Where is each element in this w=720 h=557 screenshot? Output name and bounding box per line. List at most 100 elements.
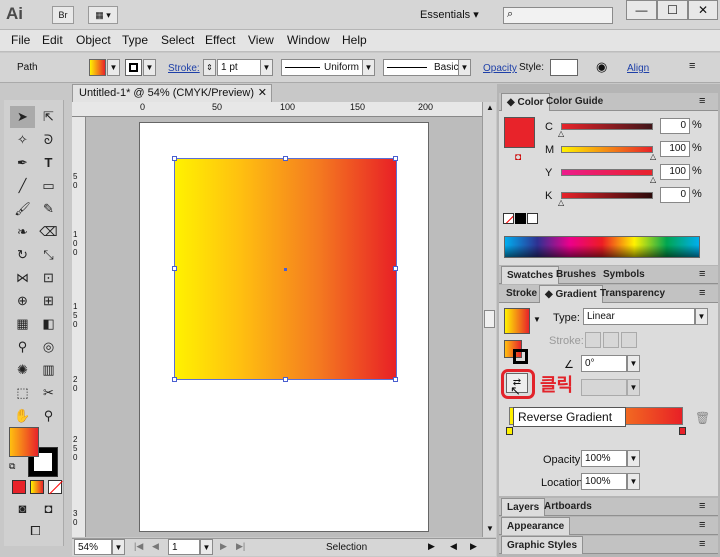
- selection-handle[interactable]: [393, 266, 398, 271]
- vertical-scrollbar[interactable]: ▲ ▼: [482, 102, 496, 537]
- angle-dropdown[interactable]: ▼: [627, 355, 640, 372]
- mesh-tool-icon[interactable]: ▦: [10, 313, 35, 335]
- gradient-preview-swatch[interactable]: [504, 308, 530, 334]
- panel-menu-icon[interactable]: ≡: [699, 500, 705, 512]
- stroke-weight-dropdown[interactable]: ▼: [260, 59, 273, 76]
- fill-dropdown[interactable]: ▼: [107, 59, 120, 76]
- slider-thumb[interactable]: △: [650, 175, 656, 184]
- scroll-thumb[interactable]: [484, 310, 495, 328]
- cyan-value[interactable]: 0: [660, 118, 690, 134]
- fill-swatch[interactable]: [89, 59, 106, 76]
- brush-definition[interactable]: Basic: [383, 59, 459, 76]
- variable-width-profile[interactable]: Uniform: [281, 59, 363, 76]
- tab-artboards[interactable]: Artboards: [539, 498, 597, 516]
- bridge-button[interactable]: Br: [52, 6, 74, 24]
- width-tool-icon[interactable]: ⋈: [10, 267, 35, 289]
- slice-tool-icon[interactable]: ✂: [36, 382, 61, 404]
- delete-stop-icon[interactable]: 🗑: [695, 411, 710, 425]
- slider-thumb[interactable]: △: [558, 129, 564, 138]
- magenta-value[interactable]: 100: [660, 141, 690, 157]
- menu-object[interactable]: Object: [76, 33, 111, 47]
- tab-symbols[interactable]: Symbols: [598, 266, 650, 284]
- color-stop-red[interactable]: [679, 427, 686, 435]
- fill-color-box[interactable]: [9, 427, 39, 457]
- perspective-grid-tool-icon[interactable]: ⊞: [36, 290, 61, 312]
- scroll-down-icon[interactable]: ▼: [486, 524, 494, 533]
- blend-tool-icon[interactable]: ◎: [36, 336, 61, 358]
- color-spectrum[interactable]: [504, 236, 700, 258]
- next-artboard-icon[interactable]: ▶: [220, 541, 227, 552]
- draw-normal-icon[interactable]: ◙: [10, 498, 35, 520]
- magic-wand-tool-icon[interactable]: ✧: [10, 129, 35, 151]
- selection-handle[interactable]: [283, 377, 288, 382]
- default-colors-icon[interactable]: ⧉: [9, 461, 15, 472]
- slider-thumb[interactable]: △: [650, 152, 656, 161]
- yellow-slider[interactable]: [561, 169, 653, 176]
- stroke-weight-stepper[interactable]: ⇕: [203, 59, 216, 76]
- black-swatch[interactable]: [515, 213, 526, 224]
- gradient-type-field[interactable]: Linear: [583, 308, 695, 325]
- tab-graphic-styles[interactable]: Graphic Styles: [501, 536, 584, 554]
- scroll-up-icon[interactable]: ▲: [486, 103, 494, 112]
- recolor-artwork-icon[interactable]: ◉: [596, 59, 607, 75]
- hand-tool-icon[interactable]: ✋: [10, 405, 35, 427]
- screen-mode-icon[interactable]: ⧠: [23, 520, 48, 542]
- brush-dropdown[interactable]: ▼: [458, 59, 471, 76]
- zoom-field[interactable]: 54%: [74, 539, 112, 555]
- opacity-link[interactable]: Opacity: [483, 63, 517, 74]
- rectangle-tool-icon[interactable]: ▭: [36, 175, 61, 197]
- menu-file[interactable]: File: [11, 33, 30, 47]
- line-tool-icon[interactable]: ╱: [10, 175, 35, 197]
- last-artboard-icon[interactable]: ▶|: [236, 541, 245, 552]
- selection-handle[interactable]: [283, 156, 288, 161]
- tab-stroke[interactable]: Stroke: [501, 285, 542, 303]
- status-menu-icon[interactable]: ▶: [428, 541, 435, 552]
- panel-menu-icon[interactable]: ≡: [699, 95, 705, 107]
- maximize-button[interactable]: ☐: [657, 0, 688, 20]
- selection-handle[interactable]: [172, 156, 177, 161]
- profile-dropdown[interactable]: ▼: [362, 59, 375, 76]
- artboard-number-field[interactable]: 1: [168, 539, 200, 555]
- zoom-tool-icon[interactable]: ⚲: [36, 405, 61, 427]
- menu-effect[interactable]: Effect: [205, 33, 235, 47]
- angle-field[interactable]: 0°: [581, 355, 627, 372]
- close-doc-icon[interactable]: ✕: [258, 85, 267, 101]
- color-mode-button[interactable]: [12, 480, 26, 494]
- selection-tool-icon[interactable]: ➤: [10, 106, 35, 128]
- lasso-tool-icon[interactable]: ᘐ: [36, 129, 61, 151]
- menu-select[interactable]: Select: [161, 33, 194, 47]
- menu-edit[interactable]: Edit: [42, 33, 63, 47]
- selection-handle[interactable]: [393, 156, 398, 161]
- paintbrush-tool-icon[interactable]: 🖌: [10, 198, 35, 220]
- black-value[interactable]: 0: [660, 187, 690, 203]
- opacity-dropdown[interactable]: ▼: [627, 450, 640, 467]
- tab-gradient[interactable]: ◆ Gradient: [539, 285, 603, 303]
- tab-brushes[interactable]: Brushes: [551, 266, 601, 284]
- arrange-documents-button[interactable]: ▦ ▾: [88, 6, 118, 24]
- color-stop-yellow[interactable]: [506, 427, 513, 435]
- gradient-tool-icon[interactable]: ◧: [36, 313, 61, 335]
- fill-stroke-stroke-box[interactable]: [513, 349, 528, 364]
- scroll-right-icon[interactable]: ▶: [470, 541, 477, 552]
- document-tab[interactable]: Untitled-1* @ 54% (CMYK/Preview) ✕: [72, 84, 272, 102]
- menu-window[interactable]: Window: [287, 33, 330, 47]
- symbol-sprayer-tool-icon[interactable]: ✺: [10, 359, 35, 381]
- panel-menu-icon[interactable]: ≡: [699, 287, 705, 299]
- opacity-field[interactable]: 100%: [581, 450, 627, 467]
- artboard-tool-icon[interactable]: ⬚: [10, 382, 35, 404]
- zoom-dropdown[interactable]: ▼: [112, 539, 125, 555]
- stroke-swatch[interactable]: [125, 59, 142, 76]
- rotate-tool-icon[interactable]: ↻: [10, 244, 35, 266]
- tab-appearance[interactable]: Appearance: [501, 517, 571, 535]
- current-color-swatch[interactable]: [504, 117, 535, 148]
- minimize-button[interactable]: —: [626, 0, 657, 20]
- workspace-switcher[interactable]: Essentials ▾: [420, 8, 479, 21]
- stroke-panel-link[interactable]: Stroke:: [168, 63, 200, 74]
- black-slider[interactable]: [561, 192, 653, 199]
- stroke-weight-field[interactable]: 1 pt: [217, 59, 261, 76]
- blob-brush-tool-icon[interactable]: ❧: [10, 221, 35, 243]
- menu-type[interactable]: Type: [122, 33, 148, 47]
- artboard-dropdown[interactable]: ▼: [200, 539, 213, 555]
- panel-menu-icon[interactable]: ≡: [699, 538, 705, 550]
- eraser-tool-icon[interactable]: ⌫: [36, 221, 61, 243]
